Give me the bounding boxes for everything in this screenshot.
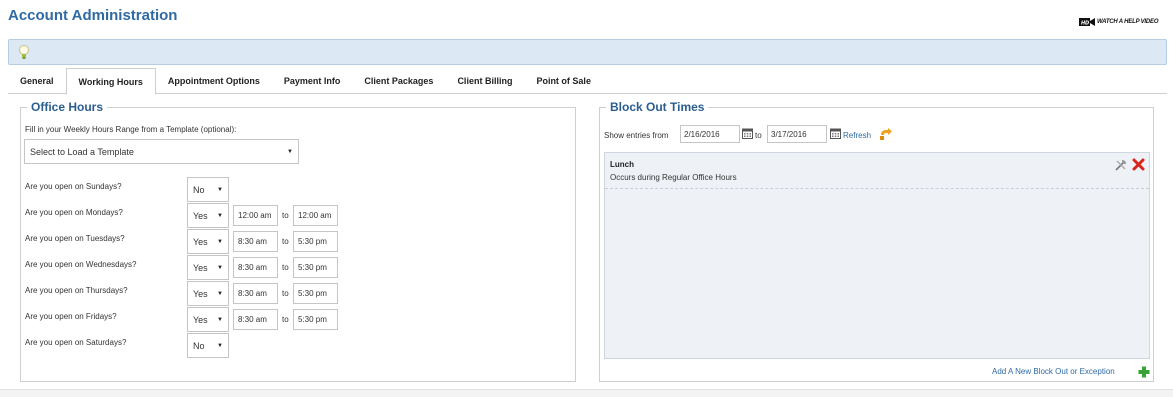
open-select[interactable]: Yes ▼ [187,307,229,332]
open-select[interactable]: No ▼ [187,333,229,358]
time-to-label: to [282,263,289,272]
tab-working-hours[interactable]: Working Hours [65,68,156,95]
show-entries-label: Show entries from [604,131,669,140]
day-question-label: Are you open on Sundays? [25,182,122,191]
video-camera-icon: HD [1079,18,1095,27]
chevron-down-icon: ▼ [217,264,223,271]
info-bar [8,39,1167,65]
refresh-link[interactable]: Refresh [843,131,871,140]
open-select-value: Yes [193,210,208,221]
chevron-down-icon: ▼ [217,290,223,297]
chevron-down-icon: ▼ [217,186,223,193]
end-time-input[interactable]: 5:30 pm [293,309,338,330]
open-select[interactable]: No ▼ [187,177,229,202]
lightbulb-icon [19,45,29,59]
start-time-input[interactable]: 8:30 am [233,231,278,252]
end-time-input[interactable]: 12:00 am [293,205,338,226]
open-select[interactable]: Yes ▼ [187,281,229,306]
open-select-value: Yes [193,262,208,273]
start-time-input[interactable]: 8:30 am [233,257,278,278]
open-select-value: Yes [193,236,208,247]
chevron-down-icon: ▼ [217,342,223,349]
template-label: Fill in your Weekly Hours Range from a T… [25,125,237,134]
office-hours-legend: Office Hours [31,100,104,114]
start-time-input[interactable]: 12:00 am [233,205,278,226]
entry-description: Occurs during Regular Office Hours [610,173,737,182]
tab-payment-info[interactable]: Payment Info [272,68,353,94]
tab-client-billing[interactable]: Client Billing [445,68,524,94]
date-to-label: to [755,131,762,140]
page-title: Account Administration [8,7,178,24]
open-select[interactable]: Yes ▼ [187,229,229,254]
start-time-input[interactable]: 8:30 am [233,283,278,304]
end-time-input[interactable]: 5:30 pm [293,257,338,278]
help-video-label: WATCH A HELP VIDEO [1097,19,1159,25]
day-question-label: Are you open on Wednesdays? [25,260,137,269]
tab-general[interactable]: General [8,68,66,94]
day-question-label: Are you open on Fridays? [25,312,117,321]
end-time-input[interactable]: 5:30 pm [293,231,338,252]
day-question-label: Are you open on Tuesdays? [25,234,125,243]
template-select-value: Select to Load a Template [30,146,134,157]
open-select[interactable]: Yes ▼ [187,203,229,228]
tab-client-packages[interactable]: Client Packages [352,68,445,94]
block-out-legend: Block Out Times [610,100,705,114]
tab-point-of-sale[interactable]: Point of Sale [524,68,603,94]
open-select-value: No [193,184,205,195]
from-date-value: 2/16/2016 [684,129,720,139]
open-select-value: Yes [193,314,208,325]
list-item[interactable]: Lunch Occurs during Regular Office Hours [605,153,1149,189]
open-select[interactable]: Yes ▼ [187,255,229,280]
tab-appointment-options[interactable]: Appointment Options [156,68,272,94]
chevron-down-icon: ▼ [217,316,223,323]
day-question-label: Are you open on Saturdays? [25,338,127,347]
tab-bar: General Working Hours Appointment Option… [8,68,1167,95]
add-icon[interactable] [1138,366,1150,378]
entry-title: Lunch [610,160,634,169]
edit-icon[interactable] [1115,159,1127,171]
time-to-label: to [282,289,289,298]
calendar-icon[interactable] [830,128,841,139]
chevron-down-icon: ▼ [287,148,293,155]
chevron-down-icon: ▼ [217,238,223,245]
block-out-list: Lunch Occurs during Regular Office Hours [604,152,1150,359]
time-to-label: to [282,211,289,220]
end-time-input[interactable]: 5:30 pm [293,283,338,304]
delete-icon[interactable] [1132,158,1145,171]
help-video-link[interactable]: HD WATCH A HELP VIDEO [1079,17,1158,27]
refresh-icon[interactable] [879,128,893,141]
add-block-out-link[interactable]: Add A New Block Out or Exception [992,367,1115,376]
time-to-label: to [282,237,289,246]
time-to-label: to [282,315,289,324]
open-select-value: Yes [193,288,208,299]
to-date-value: 3/17/2016 [771,129,807,139]
template-select[interactable]: Select to Load a Template ▼ [24,139,299,164]
to-date-input[interactable]: 3/17/2016 [767,125,827,143]
svg-text:HD: HD [1081,21,1089,27]
page-footer-strip [0,389,1173,397]
from-date-input[interactable]: 2/16/2016 [680,125,740,143]
day-question-label: Are you open on Mondays? [25,208,123,217]
day-question-label: Are you open on Thursdays? [25,286,128,295]
open-select-value: No [193,340,205,351]
start-time-input[interactable]: 8:30 am [233,309,278,330]
chevron-down-icon: ▼ [217,212,223,219]
calendar-icon[interactable] [742,128,753,139]
